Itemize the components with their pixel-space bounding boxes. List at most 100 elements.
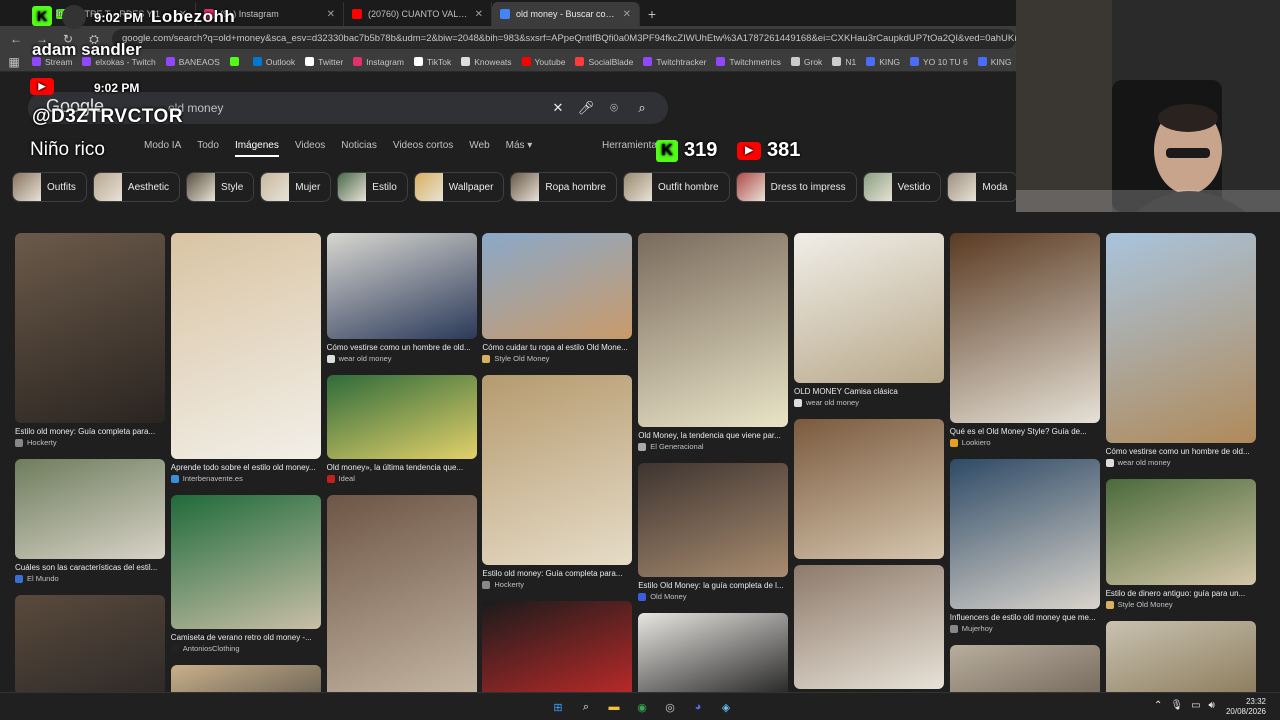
steam-icon[interactable]: ◈: [716, 697, 736, 717]
result-caption[interactable]: Aprende todo sobre el estilo old money..…: [171, 463, 321, 472]
image-result-card[interactable]: OLD MONEY Camisa clásica wear old money: [794, 233, 944, 407]
bookmark-item[interactable]: Twitchtracker: [643, 57, 706, 67]
clear-icon[interactable]: ✕: [544, 100, 572, 116]
image-result-card[interactable]: [482, 601, 633, 692]
bookmark-item[interactable]: BANEAOS: [165, 57, 220, 67]
image-result-card[interactable]: [638, 613, 789, 692]
discord-icon[interactable]: ◕: [688, 697, 708, 717]
image-result-card[interactable]: [794, 565, 944, 689]
taskbar-clock[interactable]: 23:32 20/08/2026: [1226, 697, 1266, 717]
chip-style[interactable]: Style: [186, 172, 255, 202]
result-image[interactable]: [638, 233, 789, 427]
chip-aesthetic[interactable]: Aesthetic: [92, 172, 181, 202]
image-result-card[interactable]: Estilo de dinero antiguo: guía para un..…: [1105, 479, 1256, 609]
result-image[interactable]: [482, 601, 633, 692]
apps-grid-icon[interactable]: ▦: [6, 55, 22, 69]
image-result-card[interactable]: Cómo cuidar tu ropa al estilo Old Mone..…: [482, 233, 633, 363]
result-image[interactable]: [326, 233, 477, 339]
back-icon[interactable]: ←: [8, 32, 24, 46]
file-explorer-icon[interactable]: ▬: [604, 697, 624, 717]
image-result-card[interactable]: [1105, 621, 1256, 692]
result-image[interactable]: [949, 645, 1100, 692]
bookmark-item[interactable]: YO 10 TU 6: [909, 57, 968, 67]
image-result-card[interactable]: Qué es el Old Money Style? Guía de... Loo…: [949, 233, 1100, 447]
result-image[interactable]: [1105, 621, 1256, 692]
bookmark-item[interactable]: KING: [977, 57, 1011, 67]
browser-tab[interactable]: old money - Buscar con Google ✕: [492, 2, 640, 26]
image-result-card[interactable]: [326, 495, 477, 692]
bookmark-item[interactable]: Instagram: [353, 57, 404, 67]
tab-web[interactable]: Web: [469, 140, 489, 157]
result-caption[interactable]: Influencers de estilo old money que me..…: [950, 613, 1100, 622]
bookmark-item[interactable]: Twitter: [305, 57, 343, 67]
search-icon[interactable]: ⌕: [628, 100, 656, 116]
result-image[interactable]: [949, 233, 1100, 423]
result-image[interactable]: [15, 595, 165, 692]
bookmark-item[interactable]: TikTok: [413, 57, 451, 67]
result-image[interactable]: [326, 375, 477, 459]
bookmark-item[interactable]: Youtube: [521, 57, 565, 67]
search-icon[interactable]: ⌕: [576, 697, 596, 717]
image-result-card[interactable]: Estilo old money: Guía completa para... H…: [482, 375, 633, 589]
image-result-card[interactable]: Cuáles son las características del estil…: [15, 459, 165, 583]
result-image[interactable]: [170, 665, 321, 692]
result-image[interactable]: [638, 613, 789, 692]
tab-noticias[interactable]: Noticias: [341, 140, 377, 157]
result-image[interactable]: [949, 459, 1100, 609]
image-result-card[interactable]: Estilo old money: Guía completa para... H…: [15, 233, 165, 447]
result-caption[interactable]: Estilo de dinero antiguo: guía para un..…: [1106, 589, 1256, 598]
image-result-card[interactable]: Estilo Old Money: la guía completa de l.…: [638, 463, 789, 601]
camera-lens-icon[interactable]: ⌾: [600, 100, 628, 116]
bookmark-item[interactable]: KING: [866, 57, 900, 67]
tab-imágenes[interactable]: Imágenes: [234, 140, 279, 157]
url-field[interactable]: google.com/search?q=old+money&sca_esv=d3…: [112, 29, 1016, 49]
result-image[interactable]: [794, 419, 944, 559]
result-image[interactable]: [1105, 479, 1256, 585]
volume-icon[interactable]: 🔊︎: [1209, 700, 1215, 711]
image-result-card[interactable]: Camiseta de verano retro old money -... A…: [170, 495, 321, 653]
microphone-tray-icon[interactable]: 🎙︎: [1170, 700, 1183, 711]
result-caption[interactable]: OLD MONEY Camisa clásica: [794, 387, 944, 396]
chip-outfit-hombre[interactable]: Outfit hombre: [623, 172, 730, 202]
result-image[interactable]: [170, 233, 321, 459]
display-tray-icon[interactable]: ▭: [1191, 700, 1200, 711]
tab-todo[interactable]: Todo: [197, 140, 219, 157]
chip-vestido[interactable]: Vestido: [862, 172, 942, 202]
result-image[interactable]: [794, 565, 944, 689]
chip-ropa-hombre[interactable]: Ropa hombre: [510, 172, 617, 202]
image-result-card[interactable]: [15, 595, 165, 692]
bookmark-item[interactable]: Grok: [790, 57, 822, 67]
new-tab-button[interactable]: +: [640, 2, 664, 26]
result-caption[interactable]: Cómo cuidar tu ropa al estilo Old Mone..…: [482, 343, 632, 352]
tab-videos-cortos[interactable]: Videos cortos: [393, 140, 453, 157]
search-query[interactable]: old money: [168, 101, 544, 115]
result-image[interactable]: [170, 495, 321, 629]
bookmark-item[interactable]: Outlook: [252, 57, 295, 67]
bookmark-item[interactable]: Twitchmetrics: [716, 57, 781, 67]
image-result-card[interactable]: [794, 419, 944, 559]
result-caption[interactable]: Old money», la última tendencia que...: [327, 463, 477, 472]
result-caption[interactable]: Estilo old money: Guía completa para...: [15, 427, 165, 436]
windows-start-icon[interactable]: ⊞: [548, 697, 568, 717]
tab-close-icon[interactable]: ✕: [623, 9, 631, 20]
bookmark-item[interactable]: [229, 57, 243, 67]
result-caption[interactable]: Cómo vestirse como un hombre de old...: [1106, 447, 1256, 456]
result-image[interactable]: [482, 375, 633, 565]
result-image[interactable]: [15, 459, 165, 559]
chip-dress-to-impress[interactable]: Dress to impress: [735, 172, 857, 202]
browser-tab[interactable]: (20760) CUANTO VALE TU OUTFIT ✕: [344, 2, 492, 26]
chip-wallpaper[interactable]: Wallpaper: [413, 172, 505, 202]
result-image[interactable]: [794, 233, 944, 383]
image-result-card[interactable]: Cómo vestirse como un hombre de old... we…: [1105, 233, 1256, 467]
bookmark-item[interactable]: SocialBlade: [575, 57, 633, 67]
chip-mujer[interactable]: Mujer: [260, 172, 332, 202]
tab-videos[interactable]: Videos: [295, 140, 325, 157]
tray-chevron-icon[interactable]: ⌃: [1154, 700, 1162, 711]
result-caption[interactable]: Cómo vestirse como un hombre de old...: [327, 343, 477, 352]
microphone-icon[interactable]: 🎤︎: [572, 100, 600, 116]
result-caption[interactable]: Cuáles son las características del estil…: [15, 563, 165, 572]
tools-button[interactable]: Herramientas: [602, 140, 662, 151]
image-result-card[interactable]: Cómo vestirse como un hombre de old... we…: [326, 233, 477, 363]
result-caption[interactable]: Camiseta de verano retro old money -...: [171, 633, 321, 642]
image-result-card[interactable]: [170, 665, 321, 692]
